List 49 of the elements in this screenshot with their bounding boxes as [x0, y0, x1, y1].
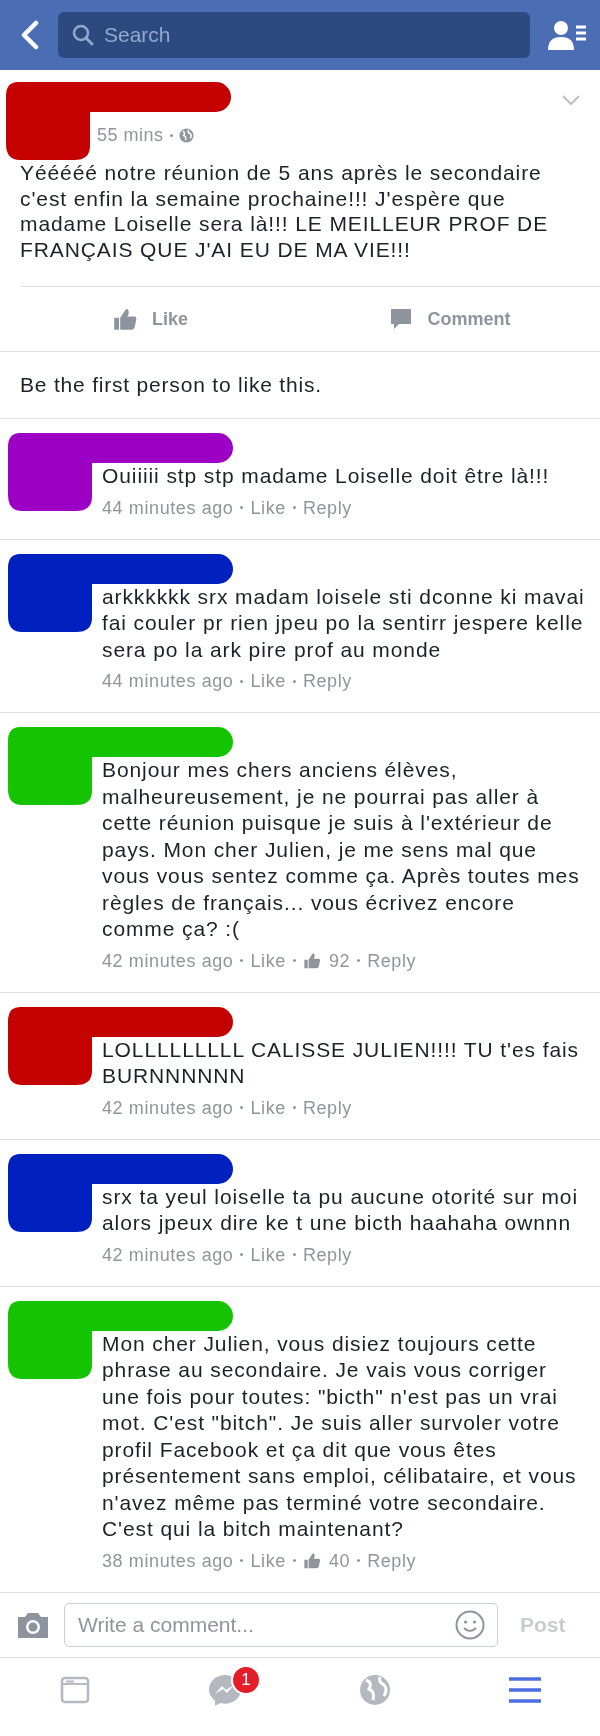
notification-badge: 1 — [231, 1664, 261, 1695]
menu-icon — [508, 1675, 542, 1704]
friends-list-icon[interactable] — [548, 19, 588, 51]
post-time: 55 mins — [97, 124, 164, 146]
comment-time: 44 minutes ago — [102, 670, 234, 693]
reply-link[interactable]: Reply — [302, 1095, 352, 1120]
like-link[interactable]: Like — [250, 495, 286, 520]
likes-summary: Be the first person to like this. — [19, 372, 323, 398]
like-count: 40 — [328, 1549, 351, 1573]
comment-text: Ouiiiii stp stp madame Loiselle doit être là!!! — [102, 463, 551, 489]
like-count: 92 — [328, 949, 351, 973]
like-link[interactable]: Like — [250, 1548, 286, 1573]
camera-icon[interactable] — [16, 1610, 50, 1639]
comment-text: LOLLLLLLLLL CALISSE JULIEN!!!! TU t'es fais BURNNNNNN — [102, 1036, 580, 1089]
comment-field[interactable]: Write a comment... — [64, 1602, 498, 1647]
comment-text: Mon cher Julien, vous disiez toujours cette phrase au secondaire. Je vais vous corriger une fois pour toutes: "bicth" n'est pas un vrai mot. C'est "bitch". Je suis aller survoler votre profil Facebook et ça dit que vous êtes présentement sans emploi, célibataire, et vous n'avez même pas terminé votre secondaire. C'est qui la bitch maintenant? — [102, 1330, 578, 1542]
comment-text: srx ta yeul loiselle ta pu aucune otorité sur moi alors jpeux dire ke t une bicth haahaha ownnn — [102, 1183, 579, 1236]
comment-time: 38 minutes ago — [102, 1549, 234, 1573]
comment-time: 42 minutes ago — [102, 949, 234, 973]
comment-time: 42 minutes ago — [102, 1096, 234, 1120]
smiley-icon[interactable] — [455, 1609, 485, 1640]
tab-bar-item[interactable]: 1 — [150, 1657, 300, 1722]
reply-link[interactable]: Reply — [302, 495, 352, 520]
search-icon — [72, 24, 94, 46]
post-text: Yééééé notre réunion de 5 ans après le secondaire c'est enfin la semaine prochaine!!! J'espère que madame Loiselle sera là!!! LE MEILLEUR PROF DE FRANÇAIS QUE J'AI EU DE MA VIE!!! — [20, 160, 600, 287]
like-link[interactable]: Like — [250, 1242, 286, 1267]
thumbs-up-icon — [302, 1552, 321, 1569]
speech-bubble-icon — [389, 307, 414, 331]
like-link[interactable]: Like — [250, 1095, 286, 1120]
comment-time: 42 minutes ago — [102, 1243, 234, 1267]
reply-link[interactable]: Reply — [302, 669, 352, 693]
reply-link[interactable]: Reply — [367, 948, 417, 973]
back-icon[interactable] — [20, 20, 40, 50]
comment-button[interactable]: Comment — [385, 303, 515, 335]
news-feed-icon — [60, 1675, 90, 1704]
chevron-down-icon[interactable] — [562, 95, 580, 106]
comment-time: 44 minutes ago — [102, 496, 234, 520]
search-field[interactable]: Search — [58, 12, 530, 58]
thumbs-up-icon — [302, 952, 321, 969]
reply-link[interactable]: Reply — [302, 1242, 352, 1267]
like-button[interactable]: Like — [108, 303, 192, 335]
comment-text: Bonjour mes chers anciens élèves, malheureusement, je ne pourrai pas aller à cette réunion puisque je suis à l'extérieur de pays. Mon cher Julien, je me sens mal que vous vous sentez comme ça. Après toutes mes règles de français... vous écrivez encore comme ça? :( — [102, 757, 581, 942]
reply-link[interactable]: Reply — [367, 1548, 417, 1573]
comment-text: arkkkkkk srx madam loisele sti dconne ki mavai fai couler pr rien jpeu po la sentirr jespere kelle sera po la ark pire prof au monde — [102, 583, 586, 663]
globe-icon — [359, 1673, 391, 1706]
thumbs-up-icon — [112, 307, 138, 331]
globe-icon — [178, 127, 194, 143]
like-link[interactable]: Like — [250, 669, 286, 693]
like-link[interactable]: Like — [250, 948, 286, 973]
